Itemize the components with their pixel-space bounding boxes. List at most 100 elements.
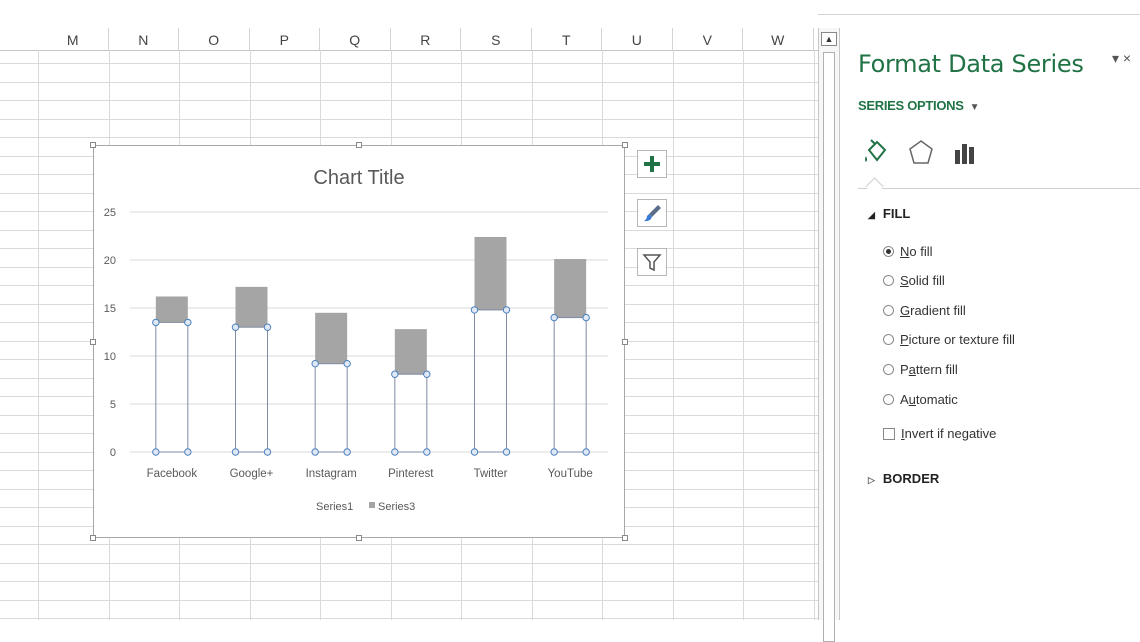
column-header-m[interactable]: M	[38, 28, 109, 50]
tab-series-options[interactable]	[948, 136, 982, 170]
bar-series1	[155, 321, 189, 453]
grid-line-horizontal	[0, 544, 818, 545]
radio-solid-fill[interactable]: Solid fill	[883, 272, 945, 290]
grid-line-horizontal	[0, 137, 818, 138]
radio-button[interactable]	[883, 275, 894, 286]
radio-picture-texture-fill[interactable]: Picture or texture fill	[883, 331, 1015, 349]
bar-series1	[474, 309, 507, 453]
series-selection-handle	[231, 323, 240, 331]
option-label-prefix: P	[900, 362, 909, 377]
chart-plot[interactable]: Chart Title 0 5 10 15 20 25 Facebook Google+ Inst…	[94, 146, 624, 537]
format-data-series-pane: Format Data Series ▾ × SERIES OPTIONS ▼ ◢…	[840, 28, 1140, 620]
x-tick-label: Instagram	[306, 468, 357, 480]
chart-title: Chart Title	[313, 167, 404, 189]
bar-series3	[155, 296, 188, 323]
checkbox-invert-if-negative[interactable]: Invert if negative	[883, 425, 996, 443]
tab-fill-line[interactable]	[860, 136, 894, 170]
y-tick-label: 5	[110, 399, 116, 411]
option-label: nvert if negative	[904, 426, 997, 441]
column-header-w[interactable]: W	[743, 28, 814, 50]
dropdown-arrow-icon: ▼	[969, 102, 980, 113]
chart-resize-handle[interactable]	[622, 338, 628, 345]
border-section-label: BORDER	[882, 471, 940, 486]
column-header-t[interactable]: T	[532, 28, 602, 50]
chart-resize-handle[interactable]	[90, 338, 96, 345]
column-header-r[interactable]: R	[391, 28, 461, 50]
column-header-u[interactable]: U	[602, 28, 673, 50]
radio-pattern-fill[interactable]: Pattern fill	[883, 361, 958, 379]
bar-series1	[553, 317, 587, 453]
paintbrush-icon	[638, 200, 666, 226]
series-selection-handle	[550, 313, 558, 322]
column-header-n[interactable]: N	[109, 28, 179, 50]
chart-elements-button[interactable]	[637, 150, 667, 178]
column-header-v[interactable]: V	[673, 28, 743, 50]
column-header-p[interactable]: P	[250, 28, 320, 50]
x-tick-label: Google+	[230, 468, 274, 480]
option-label: olid fill	[908, 273, 945, 288]
option-label: o fill	[909, 244, 933, 259]
grid-line-horizontal	[0, 581, 818, 582]
chart-resize-handle[interactable]	[90, 535, 96, 541]
grid-line-horizontal	[0, 563, 818, 564]
bar-series1	[235, 326, 268, 453]
tab-effects[interactable]	[904, 136, 938, 170]
fill-section-header[interactable]: ◢ FILL	[868, 206, 910, 221]
radio-gradient-fill[interactable]: Gradient fill	[883, 302, 966, 320]
radio-button[interactable]	[883, 394, 894, 405]
chart-resize-handle[interactable]	[622, 142, 628, 148]
series-options-dropdown[interactable]: SERIES OPTIONS ▼	[858, 98, 980, 113]
chart-styles-button[interactable]	[637, 199, 667, 227]
column-header-s[interactable]: S	[461, 28, 532, 50]
fill-section-label: FILL	[882, 206, 911, 221]
option-mnemonic: a	[908, 362, 916, 377]
bar-series1	[314, 363, 348, 453]
option-label: ttern fill	[915, 362, 958, 377]
vertical-scrollbar[interactable]: ▲	[818, 28, 840, 642]
grid-line-vertical	[673, 50, 674, 620]
scroll-up-arrow-icon[interactable]: ▲	[821, 32, 837, 46]
column-header-row: MNOPQRSTUVW	[0, 28, 818, 51]
grid-line-horizontal	[0, 63, 818, 64]
series-options-label: SERIES OPTIONS	[858, 98, 964, 113]
series-selection-handle	[343, 448, 351, 456]
checkbox[interactable]	[883, 428, 895, 440]
chart-resize-handle[interactable]	[356, 142, 362, 148]
chart-resize-handle[interactable]	[356, 535, 362, 541]
radio-button[interactable]	[883, 364, 894, 375]
column-header-o[interactable]: O	[179, 28, 250, 50]
x-tick-label: Twitter	[474, 468, 508, 480]
series-selection-handle	[263, 323, 272, 331]
scrollbar-thumb[interactable]	[823, 52, 835, 642]
chart-area[interactable]: Chart Title 0 5 10 15 20 25 Facebook Google+ Inst…	[90, 142, 628, 541]
border-section-header[interactable]: ▷ BORDER	[868, 471, 939, 486]
column-header-q[interactable]: Q	[320, 28, 391, 50]
radio-button[interactable]	[883, 334, 894, 345]
radio-automatic[interactable]: Automatic	[883, 391, 958, 409]
series-selection-handle	[184, 318, 192, 327]
option-mnemonic: u	[908, 392, 916, 407]
option-label: icture or texture fill	[908, 332, 1015, 347]
chart-resize-handle[interactable]	[90, 142, 96, 148]
pane-close-controls[interactable]: ▾ ×	[1112, 50, 1131, 67]
chart-filters-button[interactable]	[637, 248, 667, 276]
grid-line-vertical	[743, 50, 744, 620]
series-selection-handle	[263, 448, 272, 456]
chart-resize-handle[interactable]	[622, 535, 628, 541]
radio-no-fill[interactable]: No fill	[883, 243, 933, 261]
bar-series3	[235, 286, 268, 328]
grid-line-horizontal	[0, 600, 818, 601]
radio-button[interactable]	[883, 246, 894, 257]
bar-series3	[474, 236, 507, 310]
radio-button[interactable]	[883, 305, 894, 316]
series-selection-handle	[311, 448, 319, 456]
x-tick-label: Pinterest	[388, 468, 434, 480]
y-tick-label: 15	[104, 303, 116, 315]
bar-series3	[554, 259, 587, 318]
series-selection-handle	[311, 359, 319, 368]
series-selection-handle	[184, 448, 192, 456]
plus-icon	[638, 151, 666, 177]
series-selection-handle	[470, 448, 479, 456]
legend-swatch-series3	[369, 502, 375, 508]
option-label: radient fill	[910, 303, 966, 318]
